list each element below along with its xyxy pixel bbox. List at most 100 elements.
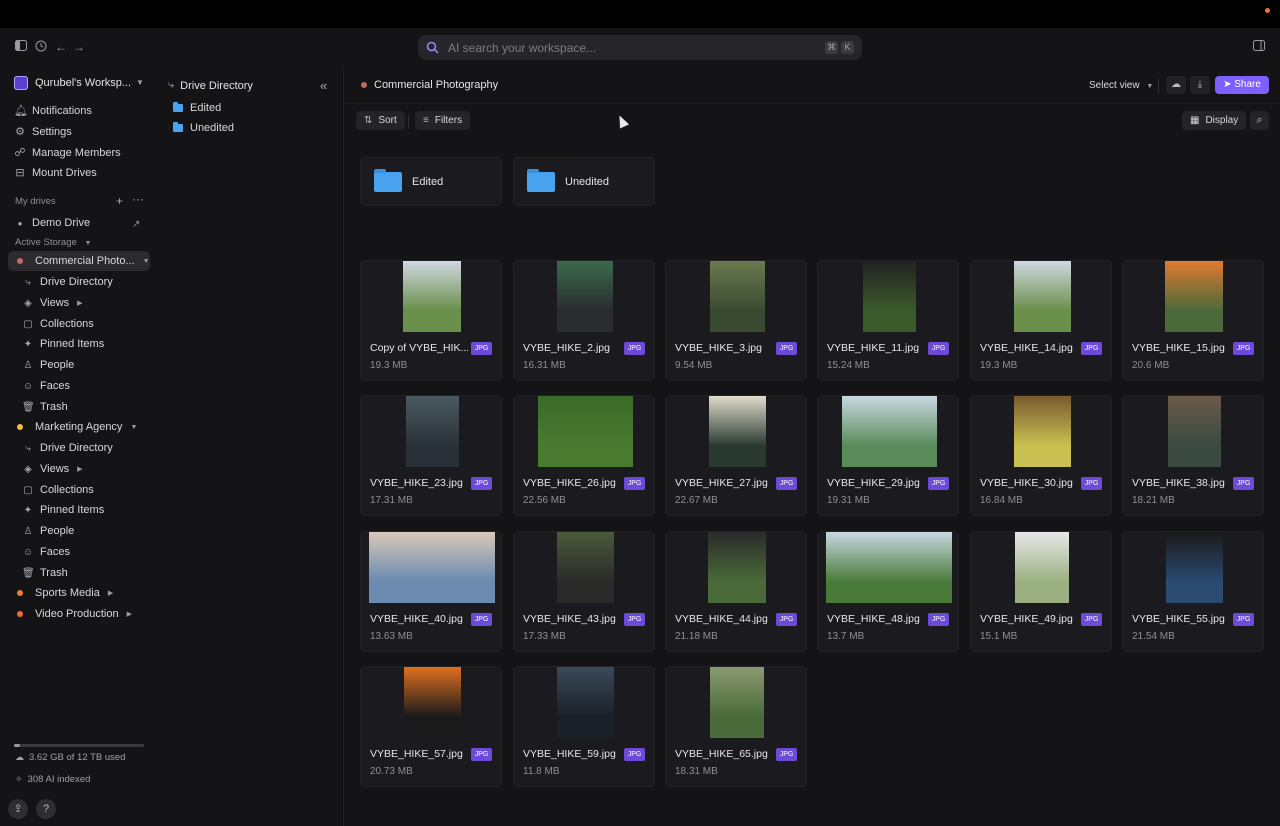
file-card[interactable]: VYBE_HIKE_27.jpg JPG 22.67 MB xyxy=(665,395,807,516)
chevron-down-icon[interactable]: ▼ xyxy=(130,424,137,431)
workspace-switcher[interactable]: Qurubel's Worksp... xyxy=(14,76,131,90)
main-content: Commercial Photography Select view ▼ ☁ ⤓… xyxy=(345,68,1280,826)
folder-card-edited[interactable]: Edited xyxy=(360,157,502,206)
sidebar-item-drive-directory[interactable]: ⤷ Drive Directory xyxy=(22,276,113,288)
file-card[interactable]: VYBE_HIKE_43.jpg JPG 17.33 MB xyxy=(513,531,655,652)
chevron-right-icon[interactable]: ▶ xyxy=(127,610,132,618)
file-card[interactable]: VYBE_HIKE_15.jpg JPG 20.6 MB xyxy=(1122,260,1264,381)
file-card[interactable]: VYBE_HIKE_65.jpg JPG 18.31 MB xyxy=(665,666,807,787)
collapse-panel-icon[interactable]: « xyxy=(320,78,327,93)
sidebar-item-label: Views xyxy=(40,463,70,475)
image-thumbnail xyxy=(708,396,766,467)
file-card[interactable]: Copy of VYBE_HIK... JPG 19.3 MB xyxy=(360,260,502,381)
nav-label: Mount Drives xyxy=(32,166,97,179)
file-card[interactable]: VYBE_HIKE_38.jpg JPG 18.21 MB xyxy=(1122,395,1264,516)
nav-manage-members[interactable]: ☍ Manage Members xyxy=(14,146,120,160)
panel-toggle-icon[interactable] xyxy=(1252,40,1266,54)
file-card[interactable]: VYBE_HIKE_29.jpg JPG 19.31 MB xyxy=(817,395,959,516)
active-storage-heading[interactable]: Active Storage ▼ xyxy=(15,237,91,248)
file-card[interactable]: VYBE_HIKE_44.jpg JPG 21.18 MB xyxy=(665,531,807,652)
file-card[interactable]: VYBE_HIKE_2.jpg JPG 16.31 MB xyxy=(513,260,655,381)
drive-sports-media[interactable]: Sports Media ▶ xyxy=(14,587,113,599)
sidebar-item-pinned-items[interactable]: ✦ Pinned Items xyxy=(22,338,104,350)
file-type-badge: JPG xyxy=(1233,342,1254,355)
nav-mount-drives[interactable]: ⊟ Mount Drives xyxy=(14,166,97,180)
gear-icon: ⚙ xyxy=(15,126,25,138)
add-drive-icon[interactable]: + xyxy=(116,194,123,208)
chevron-right-icon[interactable]: ▶ xyxy=(108,589,113,597)
file-type-badge: JPG xyxy=(471,613,492,626)
file-card[interactable]: VYBE_HIKE_59.jpg JPG 11.8 MB xyxy=(513,666,655,787)
display-button[interactable]: ▦ Display xyxy=(1182,111,1247,130)
nav-notifications[interactable]: 🔔︎ Notifications xyxy=(14,104,92,118)
folder-card-unedited[interactable]: Unedited xyxy=(513,157,655,206)
collection-icon: ▢ xyxy=(23,318,33,330)
file-type-badge: JPG xyxy=(1233,613,1254,626)
breadcrumb[interactable]: Commercial Photography xyxy=(361,79,498,91)
image-thumbnail xyxy=(1165,532,1223,603)
select-view-dropdown[interactable]: Select view ▼ xyxy=(1089,80,1153,91)
nav-label: Settings xyxy=(32,125,72,138)
nav-settings[interactable]: ⚙ Settings xyxy=(14,125,72,139)
file-type-badge: JPG xyxy=(471,748,492,761)
drive-video-production[interactable]: Video Production ▶ xyxy=(14,608,132,620)
directory-item-label: Edited xyxy=(190,102,222,114)
file-name: VYBE_HIKE_27.jpg xyxy=(675,477,768,489)
file-size: 17.31 MB xyxy=(370,495,413,506)
chevron-down-icon[interactable]: ▼ xyxy=(136,78,144,87)
cloud-sync-button[interactable]: ☁ xyxy=(1166,76,1186,94)
help-button[interactable]: ? xyxy=(36,799,56,819)
file-card[interactable]: VYBE_HIKE_55.jpg JPG 21.54 MB xyxy=(1122,531,1264,652)
send-icon: ➤ xyxy=(1223,79,1232,90)
share-button[interactable]: ➤ Share xyxy=(1215,76,1269,94)
file-card[interactable]: VYBE_HIKE_3.jpg JPG 9.54 MB xyxy=(665,260,807,381)
sidebar-toggle-icon[interactable] xyxy=(14,40,28,54)
sort-button[interactable]: ⇅ Sort xyxy=(356,111,405,130)
tree-icon: ⤷ xyxy=(25,442,31,454)
file-size: 9.54 MB xyxy=(675,360,713,371)
search-button[interactable]: ⌕ xyxy=(1250,111,1269,130)
sidebar-item-trash[interactable]: 🗑︎ Trash xyxy=(22,401,68,413)
filters-button[interactable]: ≡ Filters xyxy=(415,111,471,130)
file-card[interactable]: VYBE_HIKE_40.jpg JPG 13.63 MB xyxy=(360,531,502,652)
file-card[interactable]: VYBE_HIKE_48.jpg JPG 13.7 MB xyxy=(817,531,959,652)
file-card[interactable]: VYBE_HIKE_14.jpg JPG 19.3 MB xyxy=(970,260,1112,381)
directory-item-unedited[interactable]: Unedited xyxy=(173,122,234,134)
sidebar-item-faces[interactable]: ☺ Faces xyxy=(22,380,70,392)
directory-title-label: Drive Directory xyxy=(180,79,253,92)
file-card[interactable]: VYBE_HIKE_30.jpg JPG 16.84 MB xyxy=(970,395,1112,516)
upload-button[interactable]: ⇪ xyxy=(8,799,28,819)
drive-marketing-agency[interactable]: Marketing Agency ▼ xyxy=(14,421,137,433)
sidebar-item-people[interactable]: ♙ People xyxy=(22,525,75,537)
sidebar-item-views[interactable]: ◈ Views ▶ xyxy=(22,463,82,475)
download-button[interactable]: ⤓ xyxy=(1190,76,1210,94)
file-card[interactable]: VYBE_HIKE_49.jpg JPG 15.1 MB xyxy=(970,531,1112,652)
file-card[interactable]: VYBE_HIKE_57.jpg JPG 20.73 MB xyxy=(360,666,502,787)
sidebar-item-trash[interactable]: 🗑︎ Trash xyxy=(22,567,68,579)
drive-commercial-photography[interactable]: Commercial Photo... ▼ xyxy=(14,255,150,267)
history-icon[interactable] xyxy=(34,40,48,54)
sidebar-item-views[interactable]: ◈ Views ▶ xyxy=(22,297,82,309)
back-arrow-icon[interactable]: ← xyxy=(54,40,68,54)
directory-item-edited[interactable]: Edited xyxy=(173,102,221,114)
forward-arrow-icon[interactable]: → xyxy=(72,40,86,54)
file-card[interactable]: VYBE_HIKE_23.jpg JPG 17.31 MB xyxy=(360,395,502,516)
face-icon: ☺ xyxy=(22,380,34,392)
sidebar-item-collections[interactable]: ▢ Collections xyxy=(22,484,94,496)
ai-search-bar[interactable]: AI search your workspace... ⌘ K xyxy=(418,35,862,60)
image-thumbnail xyxy=(403,667,461,738)
select-view-label: Select view xyxy=(1089,80,1140,91)
sidebar-item-pinned-items[interactable]: ✦ Pinned Items xyxy=(22,504,104,516)
chevron-down-icon[interactable]: ▼ xyxy=(143,258,150,265)
sidebar-item-label: Trash xyxy=(40,567,68,579)
demo-drive[interactable]: ● Demo Drive xyxy=(14,217,91,229)
file-card[interactable]: VYBE_HIKE_26.jpg JPG 22.56 MB xyxy=(513,395,655,516)
sidebar-item-drive-directory[interactable]: ⤷ Drive Directory xyxy=(22,442,113,454)
external-link-icon[interactable]: ↗ xyxy=(132,219,140,230)
more-options-icon[interactable]: ··· xyxy=(132,192,144,206)
file-size: 16.84 MB xyxy=(980,495,1023,506)
sidebar-item-faces[interactable]: ☺ Faces xyxy=(22,546,70,558)
sidebar-item-collections[interactable]: ▢ Collections xyxy=(22,318,94,330)
file-card[interactable]: VYBE_HIKE_11.jpg JPG 15.24 MB xyxy=(817,260,959,381)
sidebar-item-people[interactable]: ♙ People xyxy=(22,359,75,371)
